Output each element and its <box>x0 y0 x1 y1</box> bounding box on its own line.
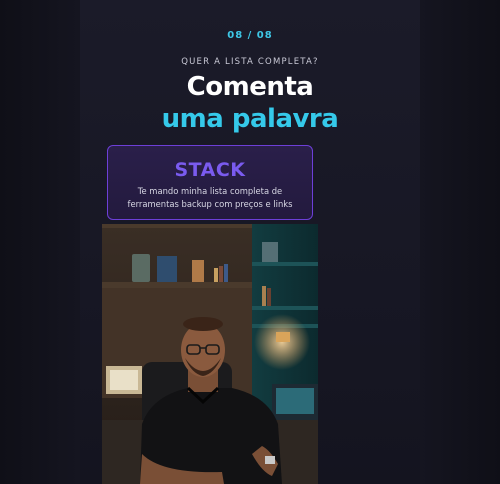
slide-counter: 08 / 08 <box>227 30 273 41</box>
eyebrow-text: QUER A LISTA COMPLETA? <box>181 57 319 67</box>
cta-keyword-box: STACK Te mando minha lista completa de f… <box>107 145 313 220</box>
background-right <box>420 0 500 484</box>
slide-panel: 08 / 08 QUER A LISTA COMPLETA? Comenta u… <box>80 0 420 484</box>
headline-line-2: uma palavra <box>161 104 339 134</box>
portrait-photo <box>102 224 318 484</box>
cta-keyword: STACK <box>174 159 246 181</box>
background-left <box>0 0 80 484</box>
portrait-illustration <box>102 224 318 484</box>
headline-line-1: Comenta <box>186 72 314 102</box>
cta-description: Te mando minha lista completa de ferrame… <box>127 186 293 209</box>
